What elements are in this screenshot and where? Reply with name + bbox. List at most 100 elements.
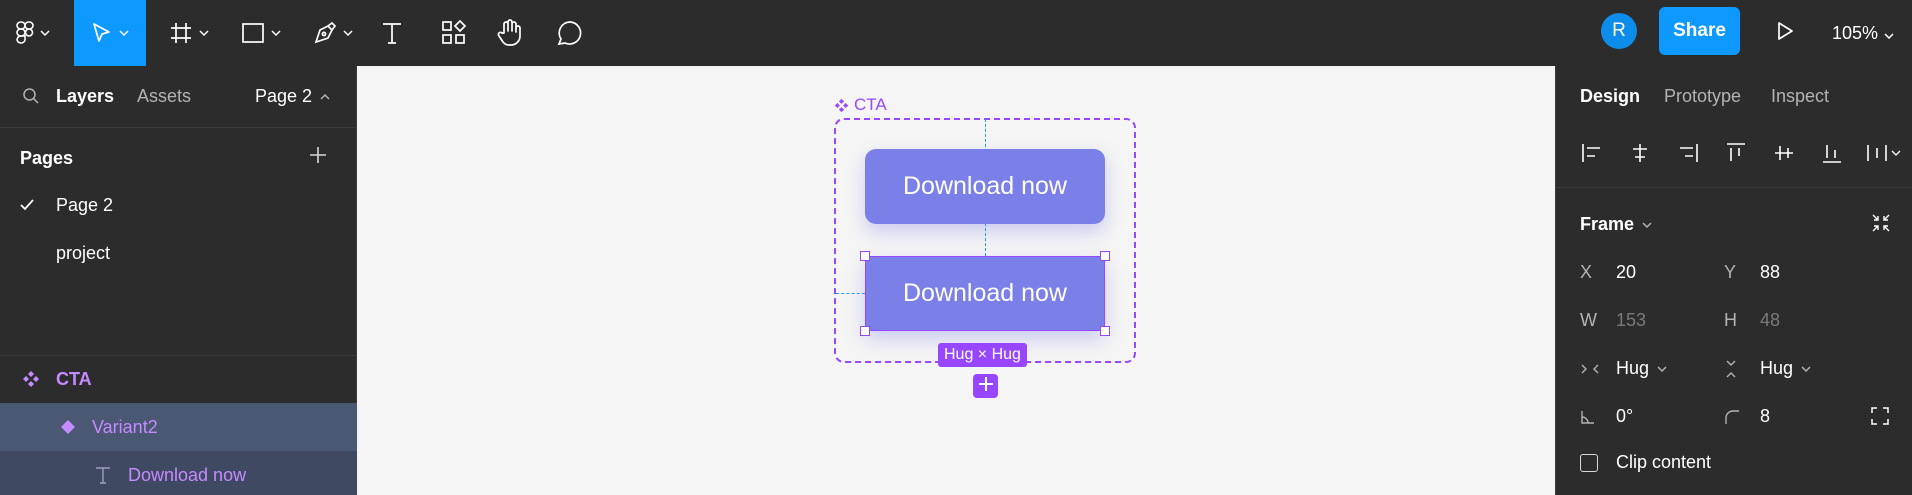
resources-button[interactable] <box>438 0 470 66</box>
resize-handle-top-right[interactable] <box>1100 251 1110 261</box>
page-item-label: project <box>56 242 111 263</box>
chevron-down-icon <box>1801 365 1811 372</box>
tab-inspect[interactable]: Inspect <box>1771 86 1829 107</box>
layer-row-cta[interactable]: CTA <box>0 355 357 403</box>
figma-logo-icon <box>16 21 34 45</box>
chevron-down-icon <box>1884 23 1894 44</box>
clip-content-label: Clip content <box>1616 452 1712 472</box>
layer-row-variant2[interactable]: Variant2 <box>0 403 357 451</box>
text-tool-button[interactable] <box>376 0 408 66</box>
right-panel: Design Prototype Inspect Frame X 20 Y 88… <box>1555 66 1912 495</box>
resize-handle-top-left[interactable] <box>860 251 870 261</box>
resources-icon <box>441 20 467 46</box>
layer-row-download-now[interactable]: Download now <box>0 451 357 495</box>
hand-tool-button[interactable] <box>494 0 526 66</box>
layer-label: Download now <box>128 464 247 485</box>
align-left-icon[interactable] <box>1578 139 1606 167</box>
frame-section-title: Frame <box>1580 214 1635 234</box>
alignment-toolbar <box>1556 139 1912 175</box>
share-button[interactable]: Share <box>1659 7 1740 55</box>
tab-prototype[interactable]: Prototype <box>1664 86 1741 107</box>
text-layer-icon <box>94 466 112 484</box>
align-bottom-icon[interactable] <box>1818 139 1846 167</box>
chevron-up-icon <box>320 93 330 100</box>
rotation-field[interactable]: 0° <box>1580 406 1633 427</box>
hand-icon <box>497 19 523 47</box>
align-right-icon[interactable] <box>1674 139 1702 167</box>
w-label: W <box>1580 310 1597 330</box>
chevron-down-icon <box>119 30 129 36</box>
add-page-icon[interactable] <box>308 145 328 170</box>
pen-tool-button[interactable] <box>304 0 362 66</box>
frame-tool-button[interactable] <box>160 0 218 66</box>
rectangle-icon <box>241 21 265 45</box>
page-selector[interactable]: Page 2 <box>255 86 330 107</box>
corner-radius-field[interactable]: 8 <box>1724 406 1770 427</box>
checkmark-icon <box>20 195 34 216</box>
tab-design[interactable]: Design <box>1580 86 1640 107</box>
distribute-dropdown-icon[interactable] <box>1864 139 1904 167</box>
variant-diamond-icon <box>60 419 76 435</box>
width-field[interactable]: W 153 <box>1580 310 1646 331</box>
add-variant-button[interactable] <box>973 374 998 398</box>
cursor-arrow-icon <box>91 22 113 44</box>
pages-heading: Pages <box>20 148 74 168</box>
y-label: Y <box>1724 262 1737 282</box>
zoom-dropdown[interactable]: 105% <box>1832 18 1894 48</box>
shape-tool-button[interactable] <box>232 0 290 66</box>
user-avatar[interactable]: R <box>1601 13 1637 49</box>
play-icon <box>1776 21 1794 46</box>
plus-icon <box>978 376 994 397</box>
component-name-text: CTA <box>854 95 887 114</box>
component-set-icon <box>834 98 849 113</box>
vertical-resize-icon <box>1724 359 1760 379</box>
x-value: 20 <box>1616 262 1637 282</box>
chevron-down-icon <box>199 30 209 36</box>
frame-hash-icon <box>169 21 193 45</box>
rotation-icon <box>1580 409 1616 425</box>
independent-corners-icon[interactable] <box>1870 406 1890 431</box>
top-toolbar: R Share 105% <box>0 0 1912 66</box>
move-tool-button[interactable] <box>74 0 146 66</box>
search-icon[interactable] <box>22 87 40 110</box>
height-field[interactable]: H 48 <box>1724 310 1780 331</box>
collapse-arrows-icon[interactable] <box>1870 212 1892 239</box>
resize-handle-bottom-right[interactable] <box>1100 326 1110 336</box>
cta-variant-2-button-selected[interactable]: Download now <box>865 256 1105 331</box>
align-top-icon[interactable] <box>1722 139 1750 167</box>
vertical-resize-value: Hug <box>1760 358 1794 378</box>
w-value: 153 <box>1616 310 1647 330</box>
comment-tool-button[interactable] <box>554 0 586 66</box>
rotation-value: 0° <box>1616 406 1634 426</box>
page-item-page-2[interactable]: Page 2 <box>0 181 357 229</box>
cta-variant-1-button[interactable]: Download now <box>865 149 1105 224</box>
horizontal-resize-value: Hug <box>1616 358 1650 378</box>
tab-assets[interactable]: Assets <box>137 86 191 107</box>
present-button[interactable] <box>1770 18 1800 48</box>
tab-layers[interactable]: Layers <box>56 86 114 107</box>
align-horizontal-center-icon[interactable] <box>1626 139 1654 167</box>
corner-radius-icon <box>1724 409 1760 425</box>
layer-label: Variant2 <box>92 416 158 437</box>
divider <box>1556 187 1912 188</box>
horizontal-resizing-dropdown[interactable]: Hug <box>1580 358 1667 379</box>
frame-section-header[interactable]: Frame <box>1580 214 1652 235</box>
clip-content-checkbox[interactable] <box>1580 454 1598 472</box>
main-menu-button[interactable] <box>8 0 58 66</box>
cta-variant-1-label: Download now <box>903 172 1067 200</box>
y-value: 88 <box>1760 262 1781 282</box>
left-panel-tabs: Layers Assets Page 2 <box>0 66 357 128</box>
chevron-down-icon <box>40 30 50 36</box>
resize-handle-bottom-left[interactable] <box>860 326 870 336</box>
page-item-project[interactable]: project <box>0 229 357 277</box>
h-value: 48 <box>1760 310 1781 330</box>
vertical-resizing-dropdown[interactable]: Hug <box>1724 358 1811 379</box>
corner-radius-value: 8 <box>1760 406 1771 426</box>
chevron-down-icon <box>343 30 353 36</box>
component-name-label[interactable]: CTA <box>834 95 887 115</box>
x-field[interactable]: X 20 <box>1580 262 1636 283</box>
y-field[interactable]: Y 88 <box>1724 262 1780 283</box>
align-vertical-center-icon[interactable] <box>1770 139 1798 167</box>
component-set-icon <box>22 370 40 388</box>
cta-variant-2-label: Download now <box>903 279 1067 307</box>
